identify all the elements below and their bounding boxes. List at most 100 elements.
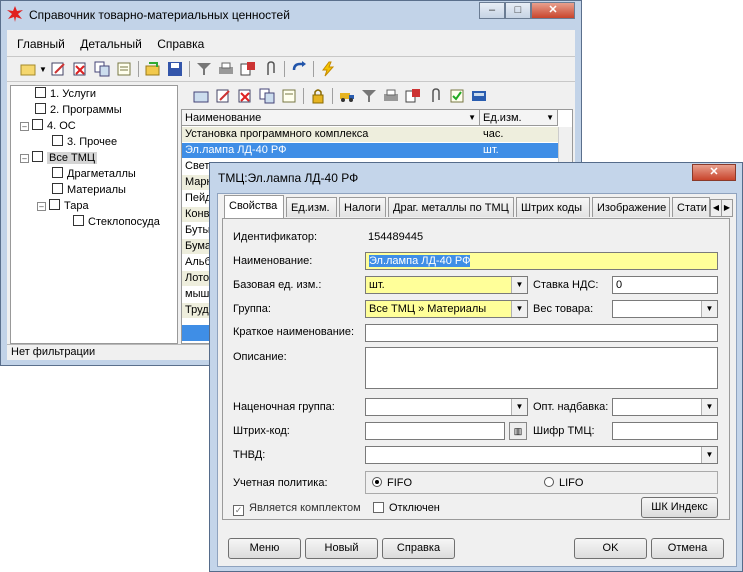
tab-stats[interactable]: Стати xyxy=(672,197,710,217)
lifo-radio[interactable]: LIFO xyxy=(544,477,583,489)
refresh-icon[interactable] xyxy=(291,61,307,77)
barcode-scan-icon[interactable]: ▥ xyxy=(509,422,527,440)
tree-checkbox[interactable] xyxy=(32,151,43,162)
help-button[interactable]: Справка xyxy=(382,538,455,559)
tree-item-dragmetals[interactable]: Драгметаллы xyxy=(52,167,136,181)
folder-icon[interactable] xyxy=(20,61,36,77)
unit-select[interactable]: шт. ▼ xyxy=(365,276,528,294)
print-icon[interactable] xyxy=(383,88,399,104)
attachment-icon[interactable] xyxy=(262,61,278,77)
shk-index-button[interactable]: ШК Индекс xyxy=(641,497,718,518)
minimize-button[interactable]: – xyxy=(479,2,505,19)
filter-icon[interactable] xyxy=(196,61,212,77)
report-icon[interactable] xyxy=(405,88,421,104)
tree-item-materials[interactable]: Материалы xyxy=(52,183,126,197)
print-icon[interactable] xyxy=(218,61,234,77)
dialog-tabs: Свойства Ед.изм. Налоги Драг. металлы по… xyxy=(222,195,733,219)
new-button[interactable]: Новый xyxy=(305,538,378,559)
menu-button[interactable]: Меню xyxy=(228,538,301,559)
markup-group-select[interactable]: ▼ xyxy=(365,398,528,416)
tree-item-glassware[interactable]: Стеклопосуда xyxy=(73,215,160,229)
short-name-field[interactable] xyxy=(365,324,718,342)
column-header-name[interactable]: Наименование ▼ xyxy=(182,110,480,126)
opt-select[interactable]: ▼ xyxy=(612,398,718,416)
disabled-checkbox[interactable]: Отключен xyxy=(373,502,440,514)
tree-checkbox[interactable] xyxy=(35,103,46,114)
tab-barcodes[interactable]: Штрих коды xyxy=(516,197,590,217)
open-folder-icon[interactable] xyxy=(145,61,161,77)
tree-checkbox[interactable] xyxy=(35,87,46,98)
tab-scroll-right-icon[interactable]: ▶ xyxy=(721,199,733,217)
calculator-icon[interactable] xyxy=(471,88,487,104)
tab-image[interactable]: Изображение xyxy=(592,197,670,217)
tree-checkbox[interactable] xyxy=(52,135,63,146)
complect-checkbox[interactable]: ✓ Является комплектом xyxy=(233,502,361,516)
ok-button[interactable]: OK xyxy=(574,538,647,559)
filter-icon[interactable] xyxy=(361,88,377,104)
menu-main[interactable]: Главный xyxy=(17,37,65,51)
sort-down-icon[interactable]: ▼ xyxy=(546,110,554,126)
cipher-field[interactable] xyxy=(612,422,718,440)
edit-icon[interactable] xyxy=(215,88,231,104)
tree-item-programs[interactable]: 2. Программы xyxy=(35,103,122,117)
delete-icon[interactable] xyxy=(237,88,253,104)
table-row-selected[interactable]: Эл.лампа ЛД-40 РФ шт. xyxy=(182,143,558,158)
column-header-unit[interactable]: Ед.изм. ▼ xyxy=(480,110,558,126)
tree-item-other[interactable]: 3. Прочее xyxy=(52,135,117,149)
tab-properties[interactable]: Свойства xyxy=(224,195,284,218)
checklist-icon[interactable] xyxy=(449,88,465,104)
tree-item-os[interactable]: –4. ОС xyxy=(20,119,76,133)
menu-detail[interactable]: Детальный xyxy=(80,37,142,51)
vat-field[interactable]: 0 xyxy=(612,276,718,294)
chevron-down-icon: ▼ xyxy=(511,301,527,317)
weight-select[interactable]: ▼ xyxy=(612,300,718,318)
folder-icon[interactable] xyxy=(193,88,209,104)
window-controls: – □ ✕ xyxy=(479,2,575,20)
fifo-radio[interactable]: FIFO xyxy=(372,477,412,489)
cancel-button[interactable]: Отмена xyxy=(651,538,724,559)
save-icon[interactable] xyxy=(167,61,183,77)
copy-icon[interactable] xyxy=(94,61,110,77)
tree-checkbox[interactable] xyxy=(73,215,84,226)
dialog-close-button[interactable]: ✕ xyxy=(692,164,736,181)
properties-icon[interactable] xyxy=(116,61,132,77)
name-field[interactable]: Эл.лампа ЛД-40 РФ xyxy=(365,252,718,270)
chevron-down-icon[interactable]: ▼ xyxy=(39,65,47,74)
report-icon[interactable] xyxy=(240,61,256,77)
lightning-icon[interactable] xyxy=(320,61,336,77)
main-window-title: Справочник товарно-материальных ценносте… xyxy=(29,8,290,22)
table-row[interactable]: Установка программного комплекса час. xyxy=(182,127,558,142)
sort-down-icon[interactable]: ▼ xyxy=(468,110,476,126)
copy-icon[interactable] xyxy=(259,88,275,104)
menu-help[interactable]: Справка xyxy=(157,37,204,51)
tnved-select[interactable]: ▼ xyxy=(365,446,718,464)
status-text: Нет фильтрации xyxy=(11,346,96,358)
properties-icon[interactable] xyxy=(281,88,297,104)
chevron-down-icon: ▼ xyxy=(701,301,717,317)
truck-icon[interactable] xyxy=(339,88,355,104)
lock-icon[interactable] xyxy=(310,88,326,104)
close-button[interactable]: ✕ xyxy=(531,2,575,19)
description-field[interactable] xyxy=(365,347,718,389)
collapse-icon[interactable]: – xyxy=(20,154,29,163)
tree-checkbox[interactable] xyxy=(49,199,60,210)
tab-taxes[interactable]: Налоги xyxy=(339,197,386,217)
edit-icon[interactable] xyxy=(50,61,66,77)
delete-icon[interactable] xyxy=(72,61,88,77)
maximize-button[interactable]: □ xyxy=(505,2,531,19)
tab-units[interactable]: Ед.изм. xyxy=(286,197,337,217)
tree-checkbox[interactable] xyxy=(52,183,63,194)
unit-label: Базовая ед. изм.: xyxy=(233,279,322,291)
tree-item-all-tmc[interactable]: – Все ТМЦ xyxy=(20,151,98,165)
tnved-label: ТНВД: xyxy=(233,449,266,461)
tree-checkbox[interactable] xyxy=(52,167,63,178)
tab-precious-metals[interactable]: Драг. металлы по ТМЦ xyxy=(388,197,514,217)
tree-item-services[interactable]: 1. Услуги xyxy=(35,87,96,101)
attachment-icon[interactable] xyxy=(427,88,443,104)
collapse-icon[interactable]: – xyxy=(20,122,29,131)
group-select[interactable]: Все ТМЦ » Материалы ▼ xyxy=(365,300,528,318)
tree-checkbox[interactable] xyxy=(32,119,43,130)
collapse-icon[interactable]: – xyxy=(37,202,46,211)
tree-item-tara[interactable]: – Тара xyxy=(37,199,89,213)
barcode-field[interactable] xyxy=(365,422,505,440)
